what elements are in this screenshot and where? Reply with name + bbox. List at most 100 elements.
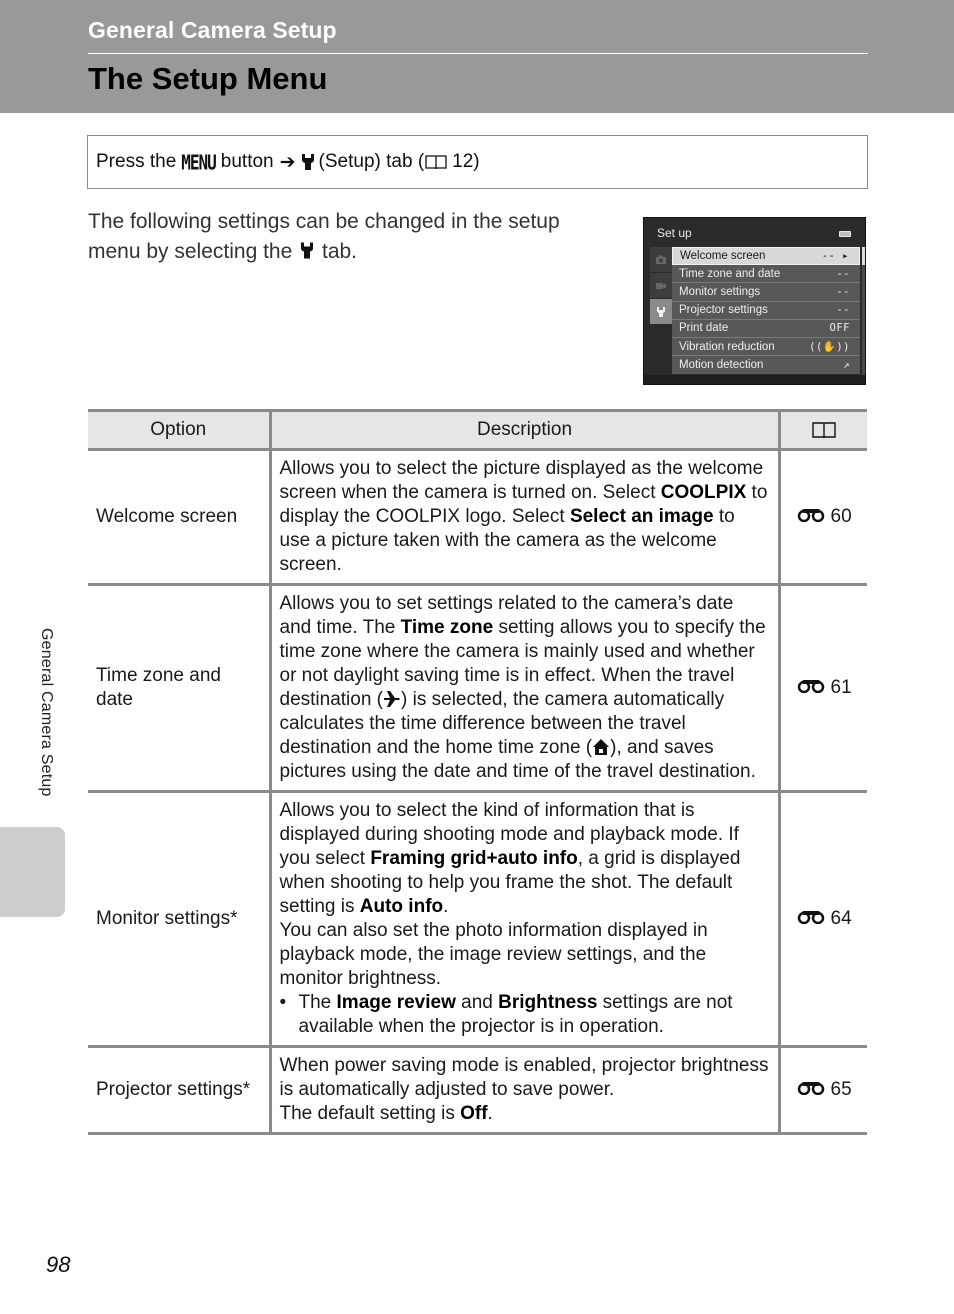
header-description: Description [268, 409, 779, 451]
description-text: . [487, 1103, 493, 1124]
camera-menu-item[interactable]: Monitor settings -- [672, 283, 860, 302]
note-bullet: • The Image review and Brightness setting… [280, 991, 770, 1039]
camera-menu-item-value: -- [836, 285, 850, 298]
camera-menu-item-label: Time zone and date [679, 267, 781, 280]
option-name: Projector settings* [88, 1046, 270, 1135]
reference-link[interactable]: 60 [797, 506, 868, 528]
bullet-text: The Image review and Brightness settings… [299, 991, 770, 1039]
description-text: The default setting is [279, 1103, 461, 1124]
camera-icon [656, 255, 666, 264]
reference-page: 60 [830, 506, 852, 527]
table-row: Monitor settings* Allows you to select th… [88, 791, 868, 1048]
binoculars-icon [797, 677, 825, 699]
camera-menu-item-label: Vibration reduction [679, 340, 775, 353]
battery-icon [839, 231, 851, 237]
binoculars-icon [797, 908, 825, 930]
description-text: When power saving mode is enabled, proje… [279, 1055, 769, 1100]
emphasized-term: Framing grid+auto info [370, 848, 578, 869]
camera-menu-item[interactable]: Time zone and date -- [672, 265, 860, 284]
camera-menu-scrollbar[interactable] [862, 247, 865, 377]
camera-menu-item-value: OFF [829, 322, 850, 335]
nav-button-word: button [220, 151, 274, 172]
table-row: Time zone and date Allows you to set sett… [88, 584, 868, 793]
camera-screen-footer [644, 375, 865, 384]
wrench-icon [301, 154, 314, 170]
camera-menu-item-label: Monitor settings [679, 285, 761, 298]
setup-options-table: Option Description Welcome screen Allows … [88, 409, 867, 1135]
reference-page: 65 [830, 1079, 852, 1100]
camera-menu-item-label: Print date [679, 322, 729, 335]
nav-page-ref: 12) [452, 151, 480, 172]
option-name: Monitor settings* [88, 791, 270, 1048]
camera-menu-tabs [650, 247, 672, 325]
side-thumb-tab [0, 827, 65, 917]
intro-paragraph: The following settings can be changed in… [88, 207, 598, 267]
reference-link[interactable]: 64 [797, 908, 868, 930]
option-description: When power saving mode is enabled, proje… [268, 1046, 779, 1135]
camera-menu-item-value: ((✋)) [809, 341, 850, 354]
description-text: and [455, 992, 499, 1013]
reference-cell: 61 [777, 584, 868, 793]
reference-cell: 64 [777, 791, 868, 1048]
camera-menu-item-value: ↗ [843, 359, 850, 372]
camera-menu-item[interactable]: Motion detection ↗ [672, 356, 860, 375]
nav-tab-text: (Setup) tab ( [318, 151, 425, 172]
section-title: General Camera Setup [88, 17, 337, 43]
header-reference [777, 409, 867, 451]
option-name: Welcome screen [88, 449, 270, 586]
table-header-row: Option Description [88, 409, 867, 451]
reference-cell: 65 [777, 1046, 868, 1135]
emphasized-term: Image review [336, 992, 456, 1013]
wrench-icon [657, 306, 665, 317]
header-divider [88, 53, 868, 54]
table-row: Projector settings* When power saving mod… [88, 1046, 868, 1135]
setup-tab[interactable] [650, 299, 672, 324]
book-icon [425, 155, 447, 170]
emphasized-term: COOLPIX [660, 482, 747, 503]
reference-link[interactable]: 65 [797, 1079, 868, 1101]
movie-tab[interactable] [650, 273, 672, 298]
camera-menu-item-label: Motion detection [679, 359, 764, 372]
camera-menu-item-value: -- [836, 304, 850, 317]
page-title: The Setup Menu [88, 61, 328, 96]
side-section-label: General Camera Setup [38, 628, 55, 797]
nav-prefix: Press the [96, 151, 177, 172]
description-text: You can also set the photo information d… [279, 920, 708, 989]
camera-tab[interactable] [650, 247, 672, 272]
binoculars-icon [797, 506, 825, 528]
reference-page: 61 [830, 677, 852, 698]
binoculars-icon [797, 1079, 825, 1101]
camera-menu-item[interactable]: Projector settings -- [672, 301, 860, 320]
reference-cell: 60 [777, 449, 868, 586]
header-band: General Camera Setup The Setup Menu [0, 0, 954, 113]
camera-menu-item[interactable]: Vibration reduction ((✋)) [672, 337, 860, 357]
page-number: 98 [46, 1252, 71, 1277]
book-icon [812, 422, 836, 439]
scrollbar-thumb[interactable] [862, 247, 865, 265]
emphasized-term: Brightness [498, 992, 598, 1013]
navigation-path-box: Press the MENU button ➔ (Setup) tab ( 12… [87, 135, 868, 189]
menu-button-glyph: MENU [181, 150, 217, 174]
header-option: Option [88, 409, 270, 451]
wrench-icon [301, 242, 314, 259]
camera-menu-item-value: -- ▸ [821, 250, 849, 263]
camera-menu-item[interactable]: Welcome screen -- ▸ [672, 247, 860, 266]
intro-text-end: tab. [321, 240, 358, 263]
description-text: The [298, 992, 337, 1013]
home-icon [592, 737, 610, 758]
emphasized-term: Auto info [359, 896, 444, 917]
camera-menu-item[interactable]: Print date OFF [672, 319, 860, 338]
bullet-dot: • [279, 992, 287, 1013]
option-name: Time zone and date [88, 584, 270, 793]
emphasized-term: Time zone [400, 617, 494, 638]
camera-menu-list: Welcome screen -- ▸ Time zone and date -- Mo… [672, 247, 860, 375]
arrow-right-icon: ➔ [279, 151, 296, 173]
option-description: Allows you to select the picture display… [268, 449, 779, 586]
camera-menu-item-label: Welcome screen [680, 250, 766, 263]
reference-link[interactable]: 61 [797, 677, 868, 699]
option-description: Allows you to select the kind of informa… [268, 791, 779, 1048]
camera-screen-title: Set up [657, 226, 692, 240]
camera-menu-item-label: Projector settings [679, 304, 768, 317]
reference-page: 64 [830, 908, 852, 929]
airplane-icon [383, 689, 401, 710]
